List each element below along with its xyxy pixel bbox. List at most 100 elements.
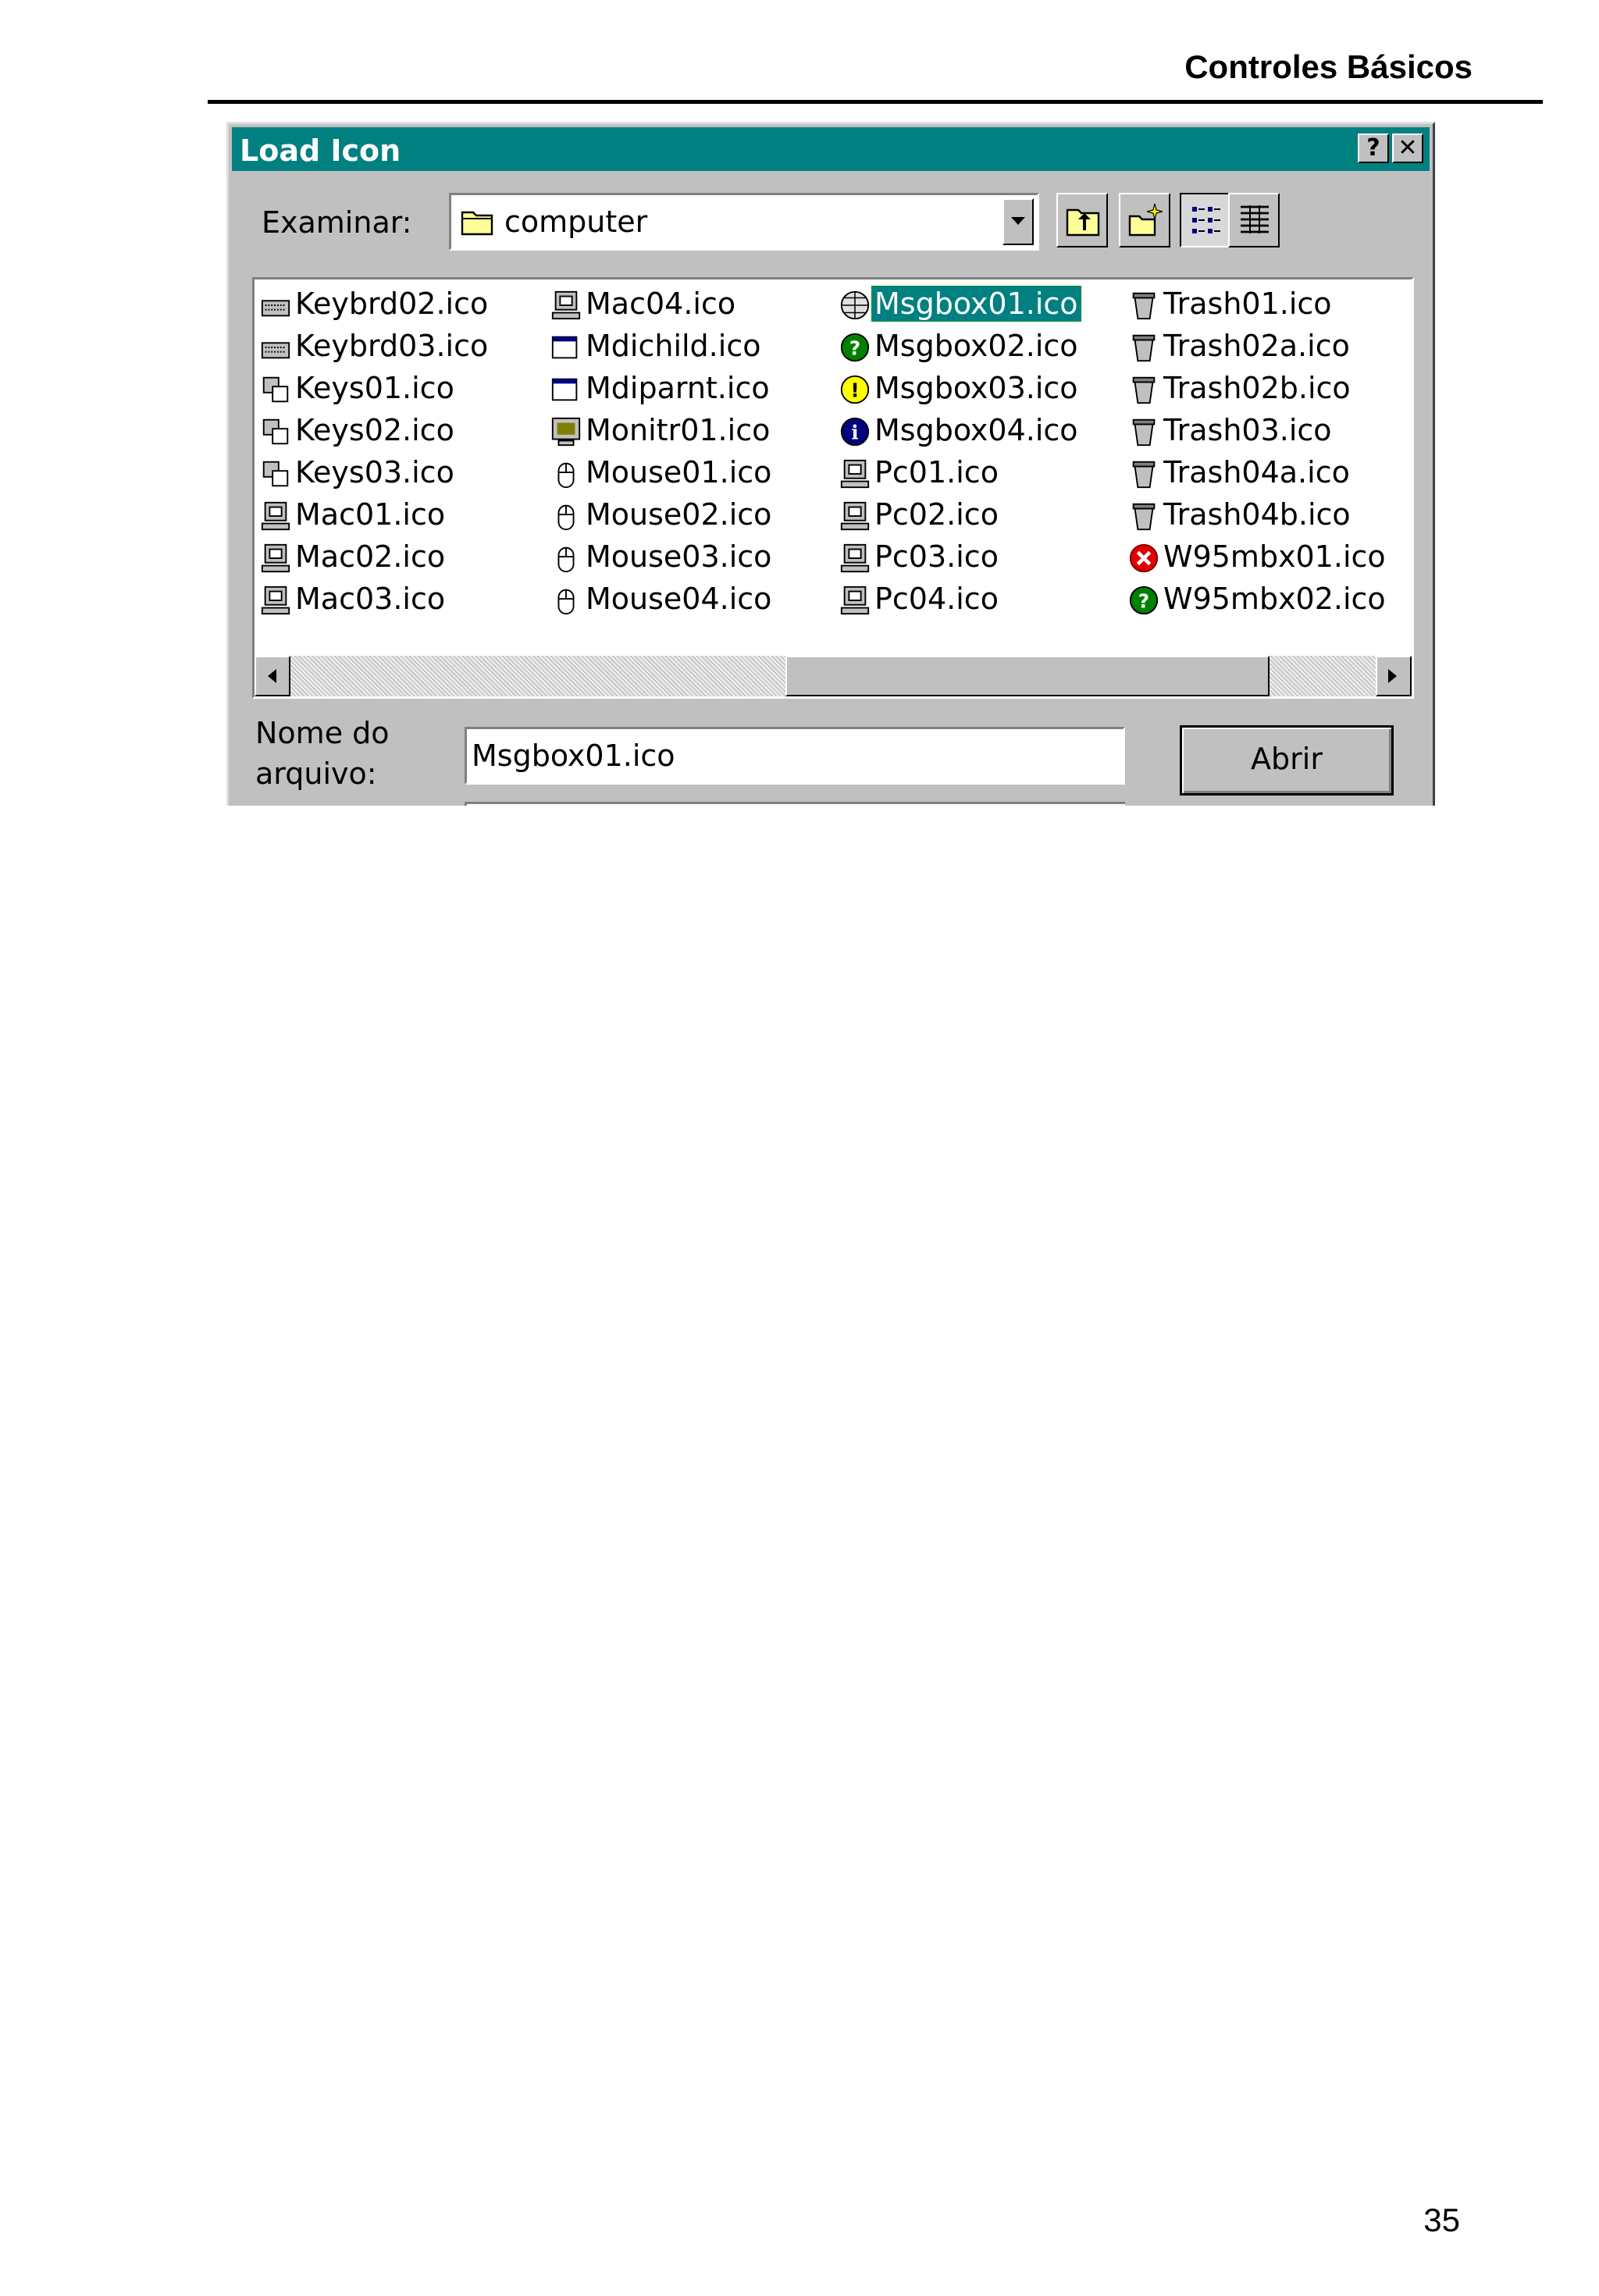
load-icon-dialog: Load Icon ? ✕ Examinar: computer Keybrd0… xyxy=(226,122,1435,806)
dialog-title: Load Icon xyxy=(240,133,401,168)
file-name: Mdichild.ico xyxy=(586,329,761,363)
file-name: Trash02a.ico xyxy=(1163,329,1350,363)
file-name: Mouse02.ico xyxy=(586,497,772,532)
file-name: Keys03.ico xyxy=(295,455,454,489)
header-rule xyxy=(208,100,1543,104)
help-button[interactable]: ? xyxy=(1358,133,1389,163)
file-name: Mac02.ico xyxy=(295,539,446,574)
question-icon: ? xyxy=(1129,586,1159,615)
trash-icon xyxy=(1132,376,1156,404)
trash-icon xyxy=(1132,503,1156,531)
keyboard-icon xyxy=(261,300,290,317)
file-name: Msgbox01.ico xyxy=(870,284,1083,323)
mouse-icon xyxy=(557,546,575,573)
up-folder-button[interactable] xyxy=(1056,193,1108,247)
question-icon: ? xyxy=(840,333,870,362)
mouse-icon xyxy=(557,462,575,489)
mouse-icon xyxy=(557,589,575,615)
look-in-combo[interactable]: computer xyxy=(449,193,1039,251)
filename-label-line1: Nome do xyxy=(255,716,390,750)
file-name: Mac03.ico xyxy=(295,582,446,616)
file-list-view[interactable]: Keybrd02.ico Keybrd03.ico Keys01.ico Keys02… xyxy=(252,277,1414,699)
arrow-left-icon xyxy=(268,669,276,683)
chevron-down-icon xyxy=(1011,217,1025,225)
computer-icon xyxy=(840,459,870,489)
computer-icon xyxy=(261,501,290,531)
file-name: Mac01.ico xyxy=(295,497,446,532)
look-in-label: Examinar: xyxy=(262,205,412,240)
horizontal-scrollbar[interactable] xyxy=(255,656,1412,696)
file-name: Trash04a.ico xyxy=(1163,455,1350,489)
mouse-icon xyxy=(557,504,575,531)
keys-icon xyxy=(262,376,289,403)
globe-icon xyxy=(840,290,870,320)
file-name: Pc02.ico xyxy=(874,497,999,532)
file-name: Msgbox03.ico xyxy=(874,371,1078,405)
file-name: Pc04.ico xyxy=(874,582,999,616)
file-name: Pc03.ico xyxy=(874,539,999,574)
file-name: Trash03.ico xyxy=(1163,413,1332,447)
scroll-left-button[interactable] xyxy=(255,656,290,696)
file-name: Trash01.ico xyxy=(1163,287,1332,321)
page-header: Controles Básicos xyxy=(1184,48,1473,85)
file-list: Keybrd02.ico Keybrd03.ico Keys01.ico Keys02… xyxy=(255,279,1412,651)
look-in-value: computer xyxy=(504,205,648,239)
file-name: Trash02b.ico xyxy=(1163,371,1351,405)
file-name: Mouse04.ico xyxy=(586,582,772,616)
error-icon xyxy=(1129,543,1159,573)
new-folder-button[interactable] xyxy=(1119,193,1170,247)
exclamation-icon: ! xyxy=(840,375,870,404)
keys-icon xyxy=(262,461,289,487)
filename-label-line2: arquivo: xyxy=(255,756,377,791)
svg-text:!: ! xyxy=(850,379,859,402)
file-name: Mdiparnt.ico xyxy=(586,371,770,405)
file-name: Monitr01.ico xyxy=(586,413,771,447)
file-name: Trash04b.ico xyxy=(1163,497,1351,532)
file-type-combo[interactable] xyxy=(465,802,1125,806)
trash-icon xyxy=(1132,418,1156,447)
window-icon xyxy=(551,378,578,401)
folder-icon xyxy=(461,211,493,236)
file-name: Pc01.ico xyxy=(874,455,999,489)
trash-icon xyxy=(1132,461,1156,489)
file-name: Keys02.ico xyxy=(295,413,454,447)
open-button[interactable]: Abrir xyxy=(1180,725,1394,796)
computer-icon xyxy=(551,290,581,320)
info-icon: i xyxy=(840,417,870,447)
computer-icon xyxy=(840,586,870,615)
details-view-icon xyxy=(1241,205,1269,233)
trash-icon xyxy=(1132,292,1156,320)
file-name: W95mbx01.ico xyxy=(1163,539,1386,574)
keyboard-icon xyxy=(261,342,290,359)
keys-icon xyxy=(262,418,289,445)
computer-icon xyxy=(261,586,290,615)
file-name: Keybrd03.ico xyxy=(295,329,489,363)
file-name: Keybrd02.ico xyxy=(295,287,489,321)
arrow-right-icon xyxy=(1388,669,1397,683)
monitor-icon xyxy=(551,417,581,447)
file-name: Mouse01.ico xyxy=(586,455,772,489)
file-name: W95mbx02.ico xyxy=(1163,582,1386,616)
svg-text:i: i xyxy=(851,422,858,444)
file-name: Mac04.ico xyxy=(586,287,736,321)
details-view-button[interactable] xyxy=(1228,193,1280,247)
title-bar[interactable]: Load Icon ? ✕ xyxy=(232,127,1430,171)
computer-icon xyxy=(840,501,870,531)
file-name: Msgbox04.ico xyxy=(874,413,1078,447)
scrollbar-thumb[interactable] xyxy=(785,656,1270,696)
scroll-right-button[interactable] xyxy=(1376,656,1412,696)
svg-text:?: ? xyxy=(1138,590,1149,613)
filename-input[interactable] xyxy=(465,727,1125,785)
new-folder-icon xyxy=(1128,203,1163,237)
list-view-button[interactable] xyxy=(1180,193,1231,247)
list-view-icon xyxy=(1192,207,1220,233)
computer-icon xyxy=(840,543,870,573)
file-name: Msgbox02.ico xyxy=(874,329,1078,363)
window-icon xyxy=(551,336,578,359)
combo-dropdown-button[interactable] xyxy=(1002,198,1034,245)
trash-icon xyxy=(1132,334,1156,362)
svg-text:?: ? xyxy=(849,337,860,360)
close-button[interactable]: ✕ xyxy=(1392,133,1423,163)
page-number: 35 xyxy=(1423,2202,1460,2238)
file-name: Keys01.ico xyxy=(295,371,454,405)
